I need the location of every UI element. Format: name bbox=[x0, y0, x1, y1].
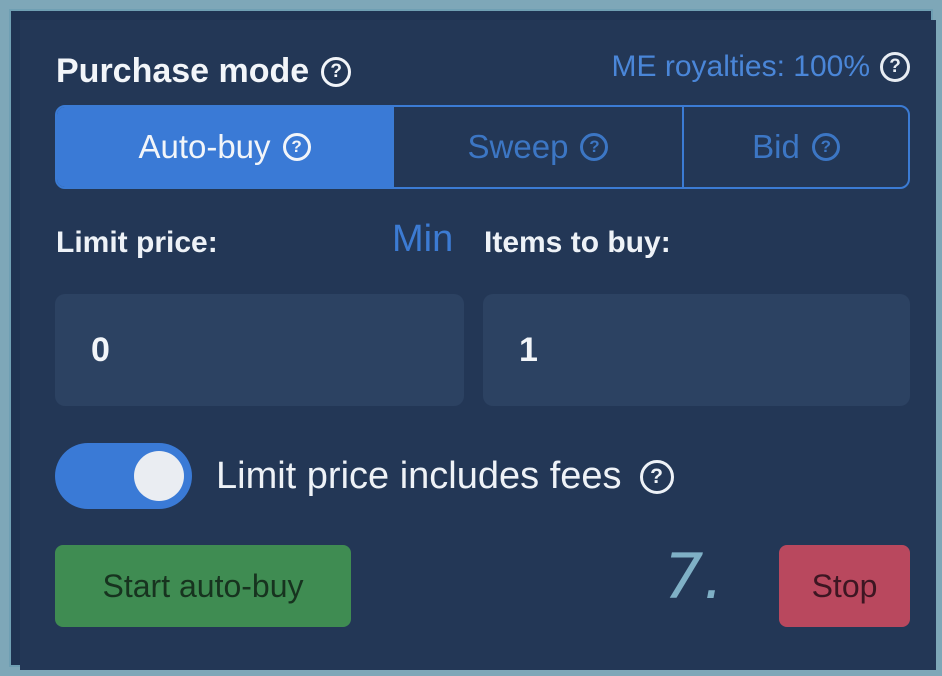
royalties-help-icon[interactable]: ? bbox=[880, 52, 910, 82]
toggle-knob bbox=[134, 451, 184, 501]
tab-sweep[interactable]: Sweep ? bbox=[392, 107, 682, 187]
sweep-help-icon[interactable]: ? bbox=[580, 133, 609, 161]
tab-sweep-label: Sweep bbox=[467, 128, 569, 165]
royalties-info: ME royalties: 100% ? bbox=[612, 50, 910, 84]
include-fees-help-icon[interactable]: ? bbox=[639, 459, 674, 494]
items-to-buy-label: Items to buy: bbox=[484, 226, 671, 259]
include-fees-toggle[interactable] bbox=[55, 443, 192, 509]
limit-price-value: 0 bbox=[91, 330, 110, 369]
min-price-link[interactable]: Min bbox=[392, 218, 453, 261]
purchase-mode-title: Purchase mode bbox=[56, 52, 310, 90]
tab-auto-buy-label: Auto-buy bbox=[138, 128, 271, 165]
include-fees-row: Limit price includes fees ? bbox=[216, 455, 674, 498]
royalties-label[interactable]: ME royalties: 100% bbox=[612, 50, 870, 84]
items-to-buy-input[interactable]: 1 bbox=[483, 294, 910, 406]
purchase-mode-help-icon[interactable]: ? bbox=[321, 56, 352, 87]
start-auto-buy-button[interactable]: Start auto-buy bbox=[55, 545, 351, 627]
items-to-buy-value: 1 bbox=[519, 330, 538, 369]
tab-auto-buy[interactable]: Auto-buy ? bbox=[57, 107, 392, 187]
purchase-mode-heading: Purchase mode ? bbox=[56, 52, 352, 91]
auto-buy-help-icon[interactable]: ? bbox=[282, 133, 311, 161]
tab-bid[interactable]: Bid ? bbox=[682, 107, 908, 187]
stop-button[interactable]: Stop bbox=[779, 545, 910, 627]
tab-bid-label: Bid bbox=[752, 128, 800, 165]
limit-price-label: Limit price: bbox=[56, 226, 218, 259]
step-annotation: 7. bbox=[664, 540, 724, 613]
purchase-mode-tabs: Auto-buy ? Sweep ? Bid ? bbox=[55, 105, 910, 189]
limit-price-input[interactable]: 0 bbox=[55, 294, 464, 406]
bid-help-icon[interactable]: ? bbox=[811, 133, 840, 161]
include-fees-label: Limit price includes fees bbox=[216, 455, 622, 497]
